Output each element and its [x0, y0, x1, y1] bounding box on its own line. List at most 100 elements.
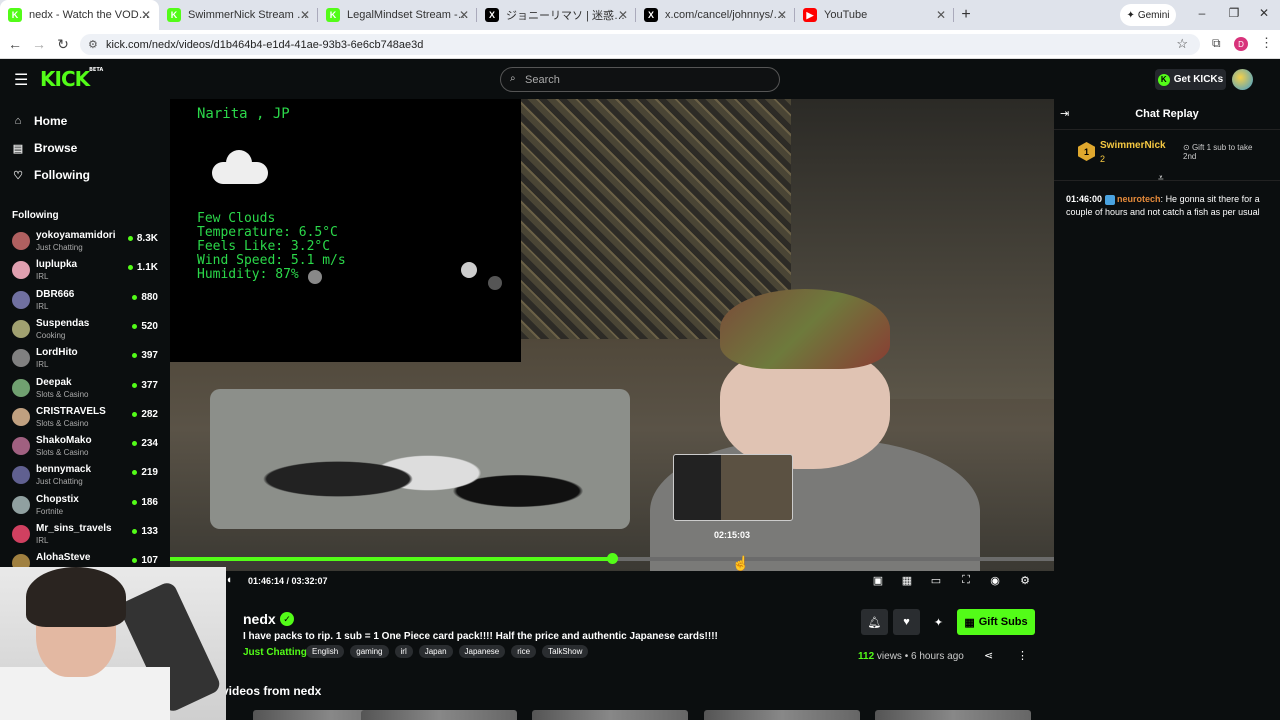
tab-close-icon[interactable]: ✕ — [777, 8, 787, 22]
avatar — [12, 378, 30, 397]
video-card[interactable] — [875, 710, 1031, 720]
message-user[interactable]: neurotech — [1117, 194, 1161, 204]
following-item[interactable]: CRISTRAVELS Slots & Casino 282 — [12, 404, 162, 433]
bookmark-star-icon[interactable]: ☆ — [1176, 36, 1188, 52]
progress-bar[interactable] — [170, 553, 1054, 564]
progress-handle[interactable] — [607, 553, 618, 564]
video-card[interactable] — [704, 710, 860, 720]
channel-name: LordHito — [36, 347, 78, 359]
tag[interactable]: gaming — [350, 645, 389, 658]
tag[interactable]: irl — [394, 645, 413, 658]
channel-name: Suspendas — [36, 317, 90, 329]
video-card[interactable] — [532, 710, 688, 720]
kick-header: ☰ KICKBETA ⌕ Search K Get KICKs — [0, 59, 1280, 99]
viewer-count: 8.3K — [128, 233, 158, 244]
viewer-count: 107 — [132, 555, 158, 566]
channel-category: IRL — [36, 536, 49, 545]
browser-tab[interactable]: X ジョニーリマソ | 迷惑外国人侯涙 |✕ — [477, 0, 636, 30]
following-item[interactable]: ShakoMako Slots & Casino 234 — [12, 433, 162, 462]
leader-name[interactable]: SwimmerNick — [1100, 140, 1166, 151]
tab-close-icon[interactable]: ✕ — [141, 8, 151, 22]
browser-tab[interactable]: Knedx - Watch the VOD on Kick✕ — [0, 0, 159, 30]
maximize-icon[interactable]: ❐ — [1224, 6, 1244, 20]
following-item[interactable]: Suspendas Cooking 520 — [12, 316, 162, 345]
following-item[interactable]: Chopstix Fortnite 186 — [12, 492, 162, 521]
channel-name[interactable]: nedx — [243, 611, 276, 627]
browser-tab[interactable]: K SwimmerNick Stream - Watch L✕ — [159, 0, 318, 30]
rank-badge: 1 — [1078, 142, 1095, 161]
kick-logo[interactable]: KICKBETA — [40, 67, 103, 91]
channel-name: DBR666 — [36, 288, 75, 300]
channel-name: Deepak — [36, 376, 72, 388]
close-window-icon[interactable]: ✕ — [1254, 6, 1274, 20]
stream-category[interactable]: Just Chatting — [243, 647, 307, 658]
expand-icon[interactable]: ⩡ — [1158, 173, 1164, 184]
miniplayer-icon[interactable]: ▣ — [871, 574, 885, 587]
more-options-icon[interactable]: ⋮ — [1017, 649, 1028, 662]
tag[interactable]: English — [306, 645, 345, 658]
following-item[interactable]: Mr_sins_travels IRL 133 — [12, 521, 162, 550]
browser-tab[interactable]: K LegalMindset Stream - Watch L✕ — [318, 0, 477, 30]
sparkle-button[interactable]: ✦ — [925, 609, 952, 635]
gift-prompt[interactable]: ⊙ Gift 1 sub to take 2nd — [1183, 143, 1255, 161]
site-settings-icon[interactable]: ⚙ — [88, 38, 98, 51]
chat-panel: Chat Replay ⇥ 1 SwimmerNick 2 ⊙ Gift 1 s… — [1054, 99, 1280, 720]
sidebar-item-following[interactable]: ♡ Following — [12, 168, 90, 182]
gift-subs-button[interactable]: ▦ Gift Subs — [957, 609, 1035, 635]
following-heading: Following — [12, 210, 59, 221]
channel-category: Just Chatting — [36, 243, 83, 252]
url-field[interactable]: ⚙ kick.com/nedx/videos/d1b464b4-e1d4-41a… — [80, 34, 1200, 55]
video-player[interactable]: Narita , JP Few Clouds Temperature: 6.5°… — [170, 99, 1054, 571]
get-kicks-button[interactable]: K Get KICKs — [1155, 69, 1226, 90]
browser-menu-icon[interactable]: ⋮ — [1260, 35, 1273, 51]
tab-close-icon[interactable]: ✕ — [459, 8, 469, 22]
tag[interactable]: rice — [511, 645, 537, 658]
sidebar-item-browse[interactable]: ▤ Browse — [12, 141, 78, 155]
webcam-overlay — [0, 567, 226, 720]
videos-section-heading: videos from nedx — [222, 684, 322, 698]
notification-bell-button[interactable]: 🔔︎ — [861, 609, 888, 635]
new-tab-icon[interactable]: + — [954, 3, 978, 27]
viewer-count: 397 — [132, 350, 158, 361]
share-icon[interactable]: ⋖ — [984, 649, 993, 662]
following-item[interactable]: Deepak Slots & Casino 377 — [12, 375, 162, 404]
search-input[interactable]: ⌕ Search — [500, 67, 780, 92]
gemini-button[interactable]: ✦ Gemini — [1120, 4, 1176, 26]
reload-icon[interactable]: ↻ — [51, 36, 75, 53]
theater-mode-icon[interactable]: ▭ — [929, 574, 943, 587]
following-item[interactable]: LordHito IRL 397 — [12, 345, 162, 374]
autoplay-icon[interactable]: ◉ — [988, 574, 1002, 587]
user-avatar[interactable] — [1232, 69, 1253, 90]
back-icon[interactable]: ← — [3, 36, 27, 52]
video-card[interactable] — [361, 710, 517, 720]
settings-icon[interactable]: ⚙ — [1018, 574, 1032, 587]
browser-tab[interactable]: Xx.com/cancel/johnnys/status/18:✕ — [636, 0, 795, 30]
minimize-icon[interactable]: – — [1192, 6, 1212, 20]
tag[interactable]: Japanese — [458, 645, 506, 658]
following-item[interactable]: yokoyamamidori Just Chatting 8.3K — [12, 228, 162, 257]
channel-category: Slots & Casino — [36, 389, 89, 399]
clip-icon[interactable]: ▦ — [900, 574, 914, 587]
profile-avatar[interactable]: D — [1234, 37, 1248, 51]
fullscreen-icon[interactable]: ⛶ — [959, 574, 973, 587]
sidebar-item-home[interactable]: ⌂ Home — [12, 114, 68, 128]
leader-count: 2 — [1100, 154, 1106, 164]
tag[interactable]: TalkShow — [542, 645, 589, 658]
following-item[interactable]: luplupka IRL 1.1K — [12, 257, 162, 286]
channel-category: Slots & Casino — [36, 448, 89, 458]
extensions-icon[interactable]: ⧉ — [1212, 36, 1221, 51]
collapse-chat-icon[interactable]: ⇥ — [1060, 107, 1069, 120]
follow-button[interactable]: ♥ — [893, 609, 920, 635]
forward-icon[interactable]: → — [27, 36, 51, 52]
tab-label: LegalMindset Stream - Watch L — [347, 9, 469, 21]
menu-icon[interactable]: ☰ — [14, 70, 28, 90]
channel-name: yokoyamamidori — [36, 230, 116, 241]
browser-tab[interactable]: ▶ YouTube ✕ — [795, 0, 954, 30]
following-item[interactable]: DBR666 IRL 880 — [12, 287, 162, 316]
tab-close-icon[interactable]: ✕ — [618, 8, 628, 22]
message-time: 01:46:00 — [1066, 194, 1103, 204]
tab-close-icon[interactable]: ✕ — [300, 8, 310, 22]
tab-close-icon[interactable]: ✕ — [936, 8, 946, 22]
following-item[interactable]: bennymack Just Chatting 219 — [12, 462, 162, 491]
tag[interactable]: Japan — [418, 645, 453, 658]
